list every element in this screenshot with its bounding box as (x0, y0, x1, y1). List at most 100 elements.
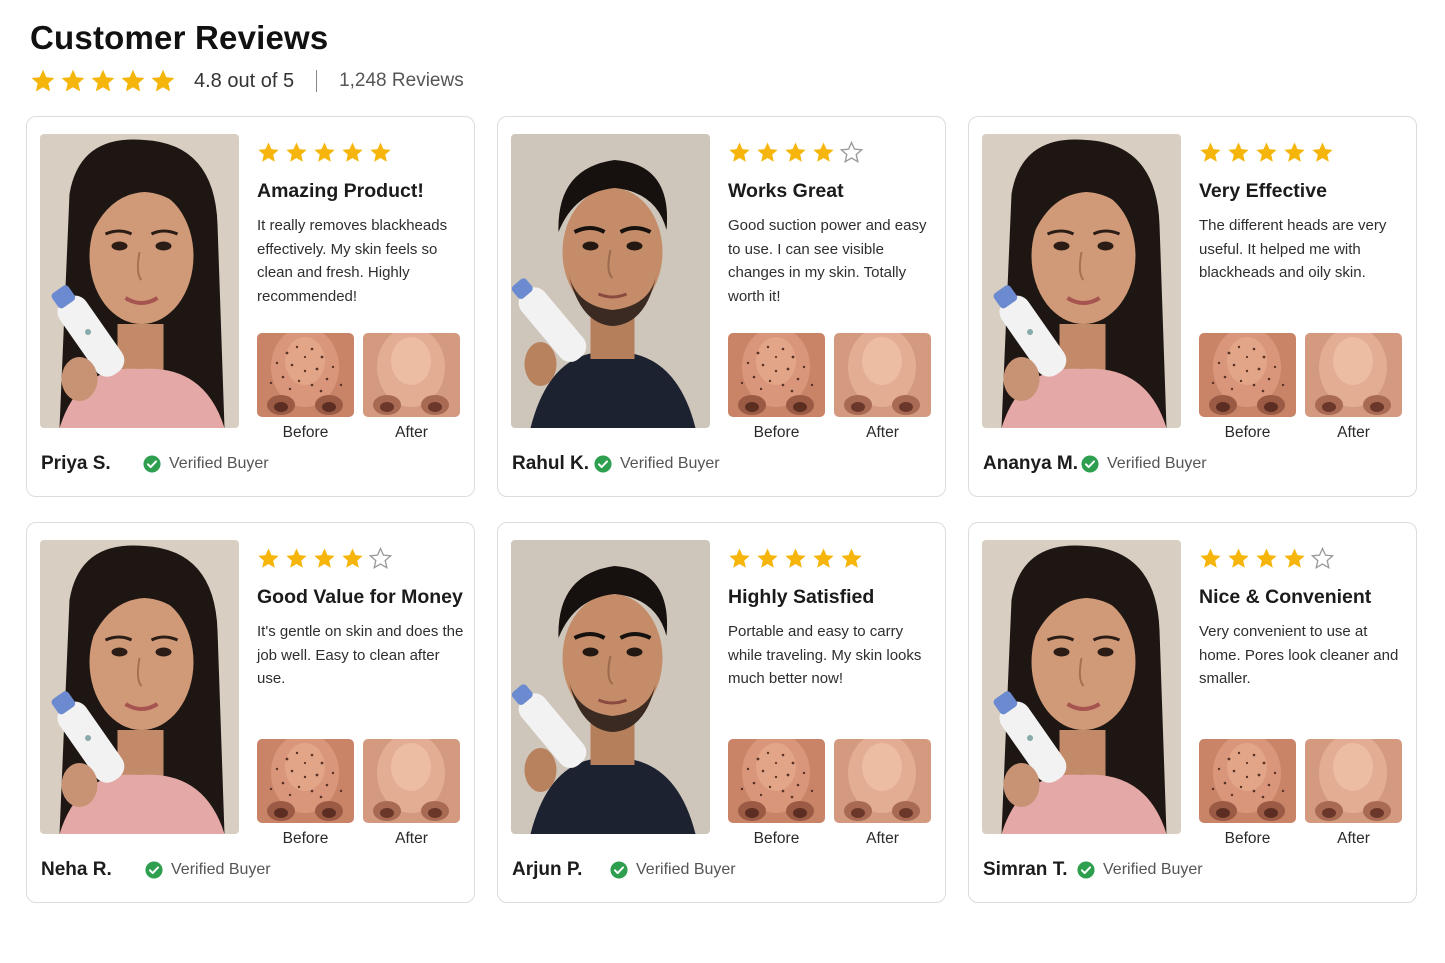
star-filled-icon (30, 68, 56, 94)
summary-divider (316, 70, 318, 92)
check-circle-icon (143, 455, 161, 473)
star-filled-icon (1283, 141, 1306, 164)
review-title: Highly Satisfied (728, 586, 875, 608)
reviewer-photo[interactable] (40, 540, 239, 834)
star-filled-icon (1255, 141, 1278, 164)
review-rating-stars (728, 547, 863, 570)
review-rating-stars (257, 547, 392, 570)
star-filled-icon (840, 547, 863, 570)
before-photo[interactable] (1199, 739, 1296, 823)
check-circle-icon (1077, 861, 1095, 879)
verified-label: Verified Buyer (1103, 861, 1203, 878)
reviewer-photo[interactable] (982, 134, 1181, 428)
before-label: Before (753, 424, 800, 441)
verified-label: Verified Buyer (620, 455, 720, 472)
reviewer-photo[interactable] (511, 540, 710, 834)
review-card: Amazing Product! It really removes blackh… (26, 116, 475, 497)
before-photo[interactable] (257, 739, 354, 823)
star-filled-icon (1227, 547, 1250, 570)
review-body: The different heads are very useful. It … (1199, 217, 1387, 281)
after-label: After (395, 830, 428, 847)
star-filled-icon (60, 68, 86, 94)
review-rating-stars (1199, 547, 1334, 570)
star-filled-icon (756, 141, 779, 164)
star-filled-icon (150, 68, 176, 94)
star-filled-icon (341, 547, 364, 570)
star-filled-icon (784, 141, 807, 164)
reviewer-name: Arjun P. (512, 859, 583, 880)
review-body: Good suction power and easy to use. I ca… (728, 217, 927, 305)
star-filled-icon (1199, 547, 1222, 570)
review-rating-stars (728, 141, 863, 164)
verified-buyer-badge: Verified Buyer (1077, 861, 1203, 879)
before-photo[interactable] (257, 333, 354, 417)
review-card: Good Value for Money It's gentle on skin … (26, 522, 475, 903)
review-title: Nice & Convenient (1199, 586, 1372, 608)
star-filled-icon (812, 547, 835, 570)
review-body: It really removes blackheads effectively… (257, 217, 448, 305)
review-card: Nice & Convenient Very convenient to use … (968, 522, 1417, 903)
after-photo[interactable] (363, 333, 460, 417)
reviewer-photo[interactable] (511, 134, 710, 428)
before-label: Before (1224, 830, 1271, 847)
star-filled-icon (285, 547, 308, 570)
check-circle-icon (594, 455, 612, 473)
overall-rating-stars (30, 68, 176, 94)
review-count-link[interactable]: 1,248 Reviews (339, 70, 464, 92)
star-filled-icon (90, 68, 116, 94)
before-photo[interactable] (1199, 333, 1296, 417)
star-empty-icon (840, 141, 863, 164)
before-label: Before (1224, 424, 1271, 441)
after-photo[interactable] (834, 739, 931, 823)
verified-buyer-badge: Verified Buyer (610, 861, 736, 879)
review-title: Very Effective (1199, 180, 1327, 202)
after-photo[interactable] (1305, 333, 1402, 417)
verified-buyer-badge: Verified Buyer (143, 455, 269, 473)
verified-buyer-badge: Verified Buyer (594, 455, 720, 473)
check-circle-icon (610, 861, 628, 879)
after-label: After (1337, 830, 1370, 847)
reviewer-name: Simran T. (983, 859, 1068, 880)
review-title: Works Great (728, 180, 844, 202)
star-filled-icon (1283, 547, 1306, 570)
review-card: Highly Satisfied Portable and easy to car… (497, 522, 946, 903)
review-card: Works Great Good suction power and easy t… (497, 116, 946, 497)
after-label: After (866, 424, 899, 441)
verified-buyer-badge: Verified Buyer (1081, 455, 1207, 473)
rating-summary: 4.8 out of 5 1,248 Reviews (30, 66, 464, 96)
after-label: After (866, 830, 899, 847)
after-photo[interactable] (363, 739, 460, 823)
after-label: After (1337, 424, 1370, 441)
before-photo[interactable] (728, 333, 825, 417)
star-filled-icon (341, 141, 364, 164)
star-filled-icon (257, 547, 280, 570)
star-filled-icon (313, 547, 336, 570)
verified-label: Verified Buyer (1107, 455, 1207, 472)
review-title: Good Value for Money (257, 586, 463, 608)
after-photo[interactable] (1305, 739, 1402, 823)
star-filled-icon (285, 141, 308, 164)
star-filled-icon (257, 141, 280, 164)
after-photo[interactable] (834, 333, 931, 417)
reviewer-name: Neha R. (41, 859, 112, 880)
page-title: Customer Reviews (30, 19, 329, 56)
before-photo[interactable] (728, 739, 825, 823)
star-filled-icon (120, 68, 146, 94)
reviewer-photo[interactable] (982, 540, 1181, 834)
reviewer-name: Ananya M. (983, 453, 1079, 474)
check-circle-icon (1081, 455, 1099, 473)
star-filled-icon (756, 547, 779, 570)
reviewer-name: Rahul K. (512, 453, 590, 474)
star-empty-icon (369, 547, 392, 570)
before-label: Before (282, 830, 329, 847)
verified-label: Verified Buyer (171, 861, 271, 878)
review-body: It's gentle on skin and does the job wel… (257, 623, 464, 687)
star-filled-icon (1311, 141, 1334, 164)
star-filled-icon (812, 141, 835, 164)
star-filled-icon (728, 141, 751, 164)
verified-buyer-badge: Verified Buyer (145, 861, 271, 879)
reviewer-photo[interactable] (40, 134, 239, 428)
star-filled-icon (1227, 141, 1250, 164)
star-filled-icon (369, 141, 392, 164)
review-rating-stars (257, 141, 392, 164)
